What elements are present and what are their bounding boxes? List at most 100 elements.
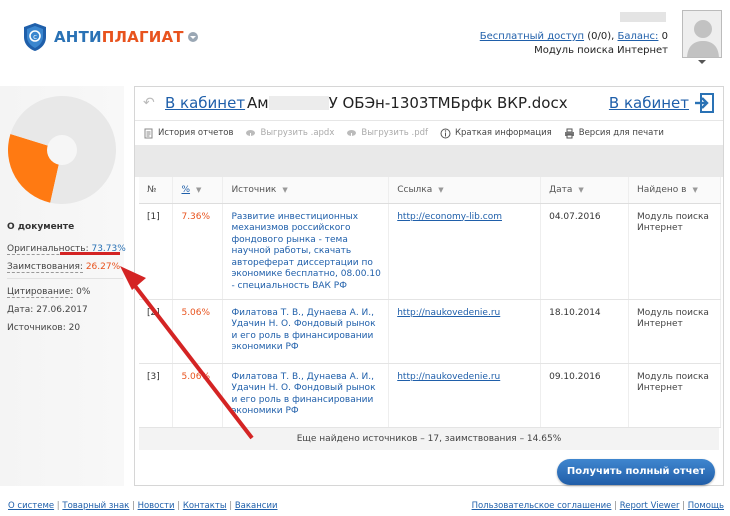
get-full-report-button[interactable]: Получить полный отчет (557, 459, 715, 485)
free-access-count: (0/0), (587, 31, 615, 42)
row-date: 18.10.2014 (540, 299, 630, 364)
cloud-download-icon (347, 129, 357, 139)
row-found-in: Модуль поиска Интернет (628, 363, 721, 428)
username-redacted (620, 12, 666, 22)
document-name: Ам У ОБЭн-1303ТМБрфк ВКР.docx (247, 94, 568, 112)
row-pct: 5.06% (172, 363, 224, 428)
chevron-down-icon[interactable] (698, 60, 706, 64)
col-num: № (139, 177, 174, 204)
date-value: 27.06.2017 (36, 305, 88, 315)
document-info: О документе Оригинальность: 73.73% Заимс… (7, 222, 126, 337)
account-info: Бесплатный доступ (0/0), Баланс: 0 Модул… (480, 12, 668, 58)
module-label: Модуль поиска Интернет (534, 45, 668, 56)
row-num: [3] (139, 363, 174, 428)
row-source[interactable]: Филатова Т. В., Дунаева А. И., Удачин Н.… (222, 299, 390, 364)
footer-help-link[interactable]: Помощь (688, 501, 724, 511)
redacted-name (268, 96, 329, 110)
originality-row: Оригинальность: 73.73% (7, 240, 126, 258)
citation-value: 0% (76, 287, 91, 297)
row-link-cell: http://naukovedenie.ru (388, 299, 542, 364)
footer: О системе | Товарный знак | Новости | Ко… (0, 498, 730, 516)
sources-row: Источников: 20 (7, 319, 126, 337)
date-label: Дата: (7, 305, 34, 315)
footer-about-link[interactable]: О системе (8, 501, 54, 511)
footer-news-link[interactable]: Новости (138, 501, 175, 511)
col-link[interactable]: Ссылка ▼ (388, 177, 542, 204)
originality-pie-chart (8, 96, 116, 204)
free-access-link[interactable]: Бесплатный доступ (480, 31, 584, 42)
export-apdx-button[interactable]: Выгрузить .apdx (245, 128, 334, 139)
footer-left-links: О системе | Товарный знак | Новости | Ко… (8, 501, 278, 511)
svg-text:c: c (33, 33, 37, 41)
export-pdf-label: Выгрузить .pdf (361, 128, 428, 138)
footer-contacts-link[interactable]: Контакты (183, 501, 227, 511)
citation-label[interactable]: Цитирование: (7, 287, 74, 298)
col-found-in[interactable]: Найдено в ▼ (628, 177, 721, 204)
avatar[interactable] (682, 10, 722, 58)
shield-logo-icon: c (24, 23, 46, 51)
borrowing-row: Заимствования: 26.27% (7, 258, 126, 276)
logo[interactable]: c АНТИПЛАГИАТ (22, 22, 198, 52)
export-pdf-button[interactable]: Выгрузить .pdf (346, 128, 428, 139)
sort-icon: ▼ (438, 185, 444, 194)
cabinet-link-right[interactable]: В кабинет (609, 94, 689, 112)
divider (7, 278, 123, 279)
pie-center-hole (47, 135, 77, 165)
row-link-cell: http://economy-lib.com (388, 203, 542, 300)
print-version-button[interactable]: Версия для печати (564, 128, 664, 139)
document-info-title: О документе (7, 222, 75, 232)
exit-icon[interactable] (693, 92, 715, 114)
print-version-label: Версия для печати (578, 128, 664, 138)
date-row: Дата: 27.06.2017 (7, 301, 126, 319)
row-link[interactable]: http://economy-lib.com (397, 212, 502, 222)
sources-value: 20 (68, 323, 81, 333)
row-date: 09.10.2016 (540, 363, 630, 428)
table-row[interactable]: [2] 5.06% Филатова Т. В., Дунаева А. И.,… (139, 299, 721, 364)
row-source[interactable]: Филатова Т. В., Дунаева А. И., Удачин Н.… (222, 363, 390, 428)
cabinet-link-left[interactable]: В кабинет (165, 94, 245, 112)
history-label: История отчетов (158, 128, 234, 138)
history-button[interactable]: История отчетов (143, 128, 233, 139)
balance-link[interactable]: Баланс: (618, 31, 659, 42)
row-found-in: Модуль поиска Интернет (628, 299, 721, 364)
sort-icon: ▼ (692, 185, 698, 194)
chevron-down-icon[interactable] (187, 32, 198, 42)
header: c АНТИПЛАГИАТ Бесплатный доступ (0/0), Б… (0, 0, 730, 86)
table-row[interactable]: [1] 7.36% Развитие инвестиционных механи… (139, 203, 721, 300)
table-row[interactable]: [3] 5.06% Филатова Т. В., Дунаева А. И.,… (139, 363, 721, 428)
footer-jobs-link[interactable]: Вакансии (235, 501, 278, 511)
balance-value: 0 (661, 31, 668, 42)
row-pct: 5.06% (172, 299, 224, 364)
brief-info-label: Краткая информация (455, 128, 552, 138)
row-link[interactable]: http://naukovedenie.ru (397, 308, 500, 318)
logo-text: АНТИПЛАГИАТ (54, 28, 184, 46)
borrowing-value: 26.27% (85, 262, 121, 272)
back-arrow-icon[interactable]: ↶ (143, 96, 157, 110)
more-sources-note: Еще найдено источников – 17, заимствован… (139, 427, 719, 450)
user-silhouette-icon (683, 11, 721, 57)
report-toolbar: История отчетов Выгрузить .apdx Выгрузит… (135, 121, 723, 145)
toolbar-band (135, 145, 723, 177)
info-icon (440, 128, 451, 138)
col-date[interactable]: Дата ▼ (540, 177, 630, 204)
row-num: [1] (139, 203, 174, 300)
col-pct[interactable]: % ▼ (172, 177, 224, 204)
row-date: 04.07.2016 (540, 203, 630, 300)
footer-trademark-link[interactable]: Товарный знак (62, 501, 129, 511)
row-source[interactable]: Развитие инвестиционных механизмов росси… (222, 203, 390, 300)
col-source[interactable]: Источник ▼ (222, 177, 390, 204)
footer-agreement-link[interactable]: Пользовательское соглашение (472, 501, 612, 511)
sort-icon: ▼ (282, 185, 288, 194)
report-header: ↶ В кабинет Ам У ОБЭн-1303ТМБрфк ВКР.docx… (135, 87, 723, 121)
export-apdx-label: Выгрузить .apdx (260, 128, 335, 138)
row-link[interactable]: http://naukovedenie.ru (397, 372, 500, 382)
row-num: [2] (139, 299, 174, 364)
brief-info-button[interactable]: Краткая информация (440, 128, 552, 139)
row-link-cell: http://naukovedenie.ru (388, 363, 542, 428)
footer-report-viewer-link[interactable]: Report Viewer (620, 501, 680, 511)
sort-icon: ▼ (578, 185, 584, 194)
document-icon (144, 128, 153, 138)
sidebar: О документе Оригинальность: 73.73% Заимс… (0, 86, 126, 486)
red-underline-annotation (60, 252, 120, 255)
borrowing-label[interactable]: Заимствования: (7, 262, 83, 273)
